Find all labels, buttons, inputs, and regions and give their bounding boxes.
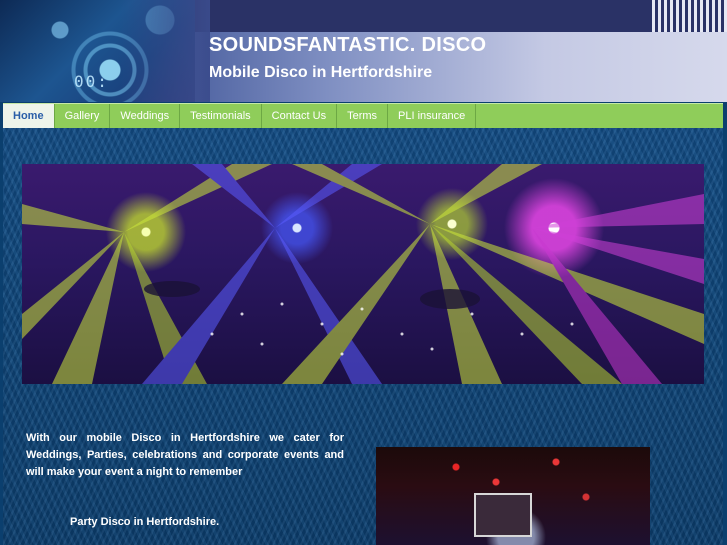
nav-item-pli-insurance[interactable]: PLI insurance [388,104,477,128]
header-art-fade [120,0,210,102]
intro-paragraph: With our mobile Disco in Hertfordshire w… [26,432,344,478]
site-title[interactable]: SOUNDSFANTASTIC. DISCO [209,34,486,57]
nav-item-gallery[interactable]: Gallery [55,104,111,128]
nav-item-contact-us[interactable]: Contact Us [262,104,338,128]
party-disco-photo [376,447,650,545]
header-digits: 00: [74,72,109,91]
photo-screen-frame [474,493,532,537]
light-beams-graphic [22,164,704,384]
main-nav: Home Gallery Weddings Testimonials Conta… [3,103,723,129]
nav-item-testimonials[interactable]: Testimonials [180,104,262,128]
nav-item-home[interactable]: Home [3,104,55,128]
hero-disco-lights-image [22,164,704,384]
header-stripes [652,0,727,32]
site-header: 00: SOUNDSFANTASTIC. DISCO Mobile Disco … [0,0,727,102]
section-subheading: Party Disco in Hertfordshire. [70,516,220,528]
nav-item-weddings[interactable]: Weddings [110,104,181,128]
nav-item-terms[interactable]: Terms [337,104,389,128]
site-tagline: Mobile Disco in Hertfordshire [209,64,433,81]
